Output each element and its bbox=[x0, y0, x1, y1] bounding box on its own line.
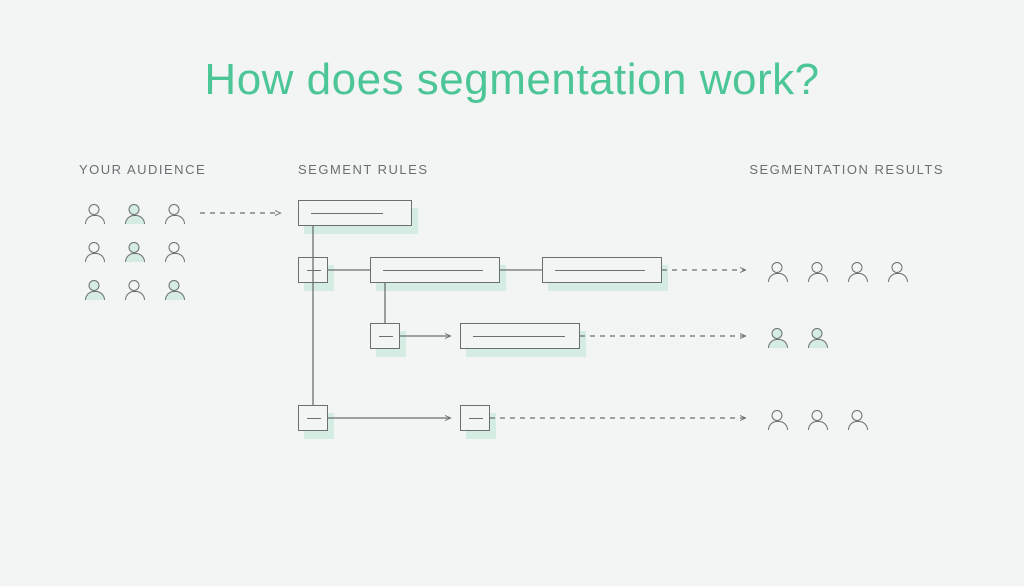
person-icon bbox=[85, 280, 103, 300]
person-icon bbox=[808, 262, 826, 282]
results-row-2 bbox=[762, 328, 832, 348]
person-icon bbox=[848, 410, 866, 430]
person-icon bbox=[888, 262, 906, 282]
audience-grid bbox=[79, 204, 189, 300]
person-icon bbox=[85, 242, 103, 262]
results-row-1 bbox=[762, 262, 912, 282]
rule-box bbox=[298, 257, 328, 283]
person-icon bbox=[85, 204, 103, 224]
results-row-3 bbox=[762, 410, 872, 430]
person-icon bbox=[125, 280, 143, 300]
person-icon bbox=[768, 328, 786, 348]
rule-box bbox=[370, 257, 500, 283]
page-title: How does segmentation work? bbox=[0, 55, 1024, 105]
person-icon bbox=[768, 410, 786, 430]
audience-label: YOUR AUDIENCE bbox=[79, 162, 206, 177]
person-icon bbox=[165, 204, 183, 224]
rule-box bbox=[298, 405, 328, 431]
rules-label: SEGMENT RULES bbox=[298, 162, 429, 177]
person-icon bbox=[165, 280, 183, 300]
rule-box bbox=[460, 405, 490, 431]
person-icon bbox=[808, 328, 826, 348]
person-icon bbox=[768, 262, 786, 282]
person-icon bbox=[125, 242, 143, 262]
person-icon bbox=[165, 242, 183, 262]
rule-box bbox=[370, 323, 400, 349]
person-icon bbox=[125, 204, 143, 224]
rule-box bbox=[460, 323, 580, 349]
results-label: SEGMENTATION RESULTS bbox=[749, 162, 944, 177]
person-icon bbox=[808, 410, 826, 430]
person-icon bbox=[848, 262, 866, 282]
rule-box bbox=[298, 200, 412, 226]
rule-box bbox=[542, 257, 662, 283]
